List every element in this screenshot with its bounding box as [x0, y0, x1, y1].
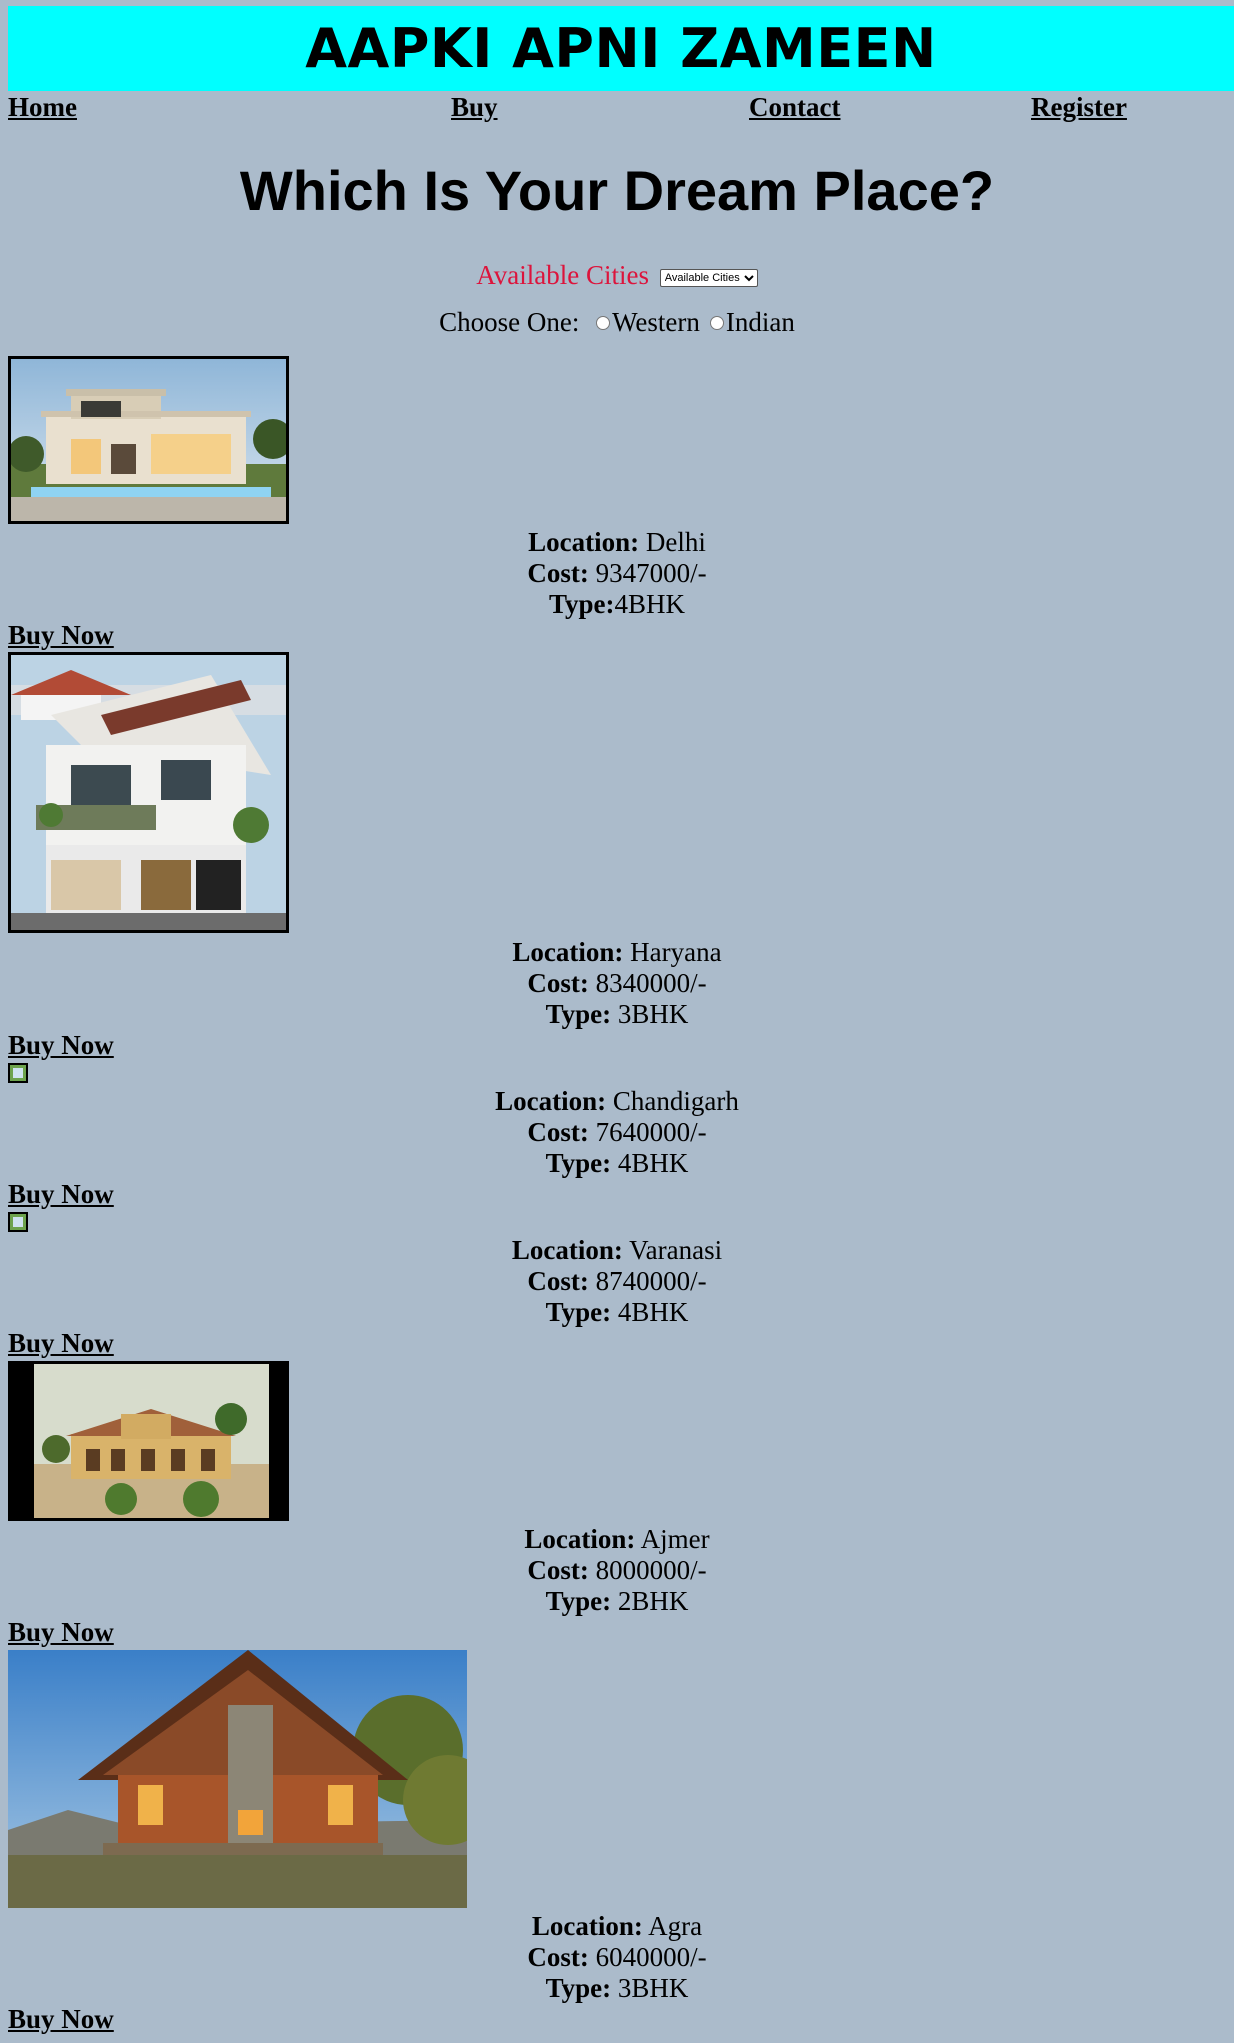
cost-label: Cost: [527, 1266, 589, 1296]
house-image [8, 1361, 289, 1521]
listing-info: Location: Delhi Cost: 9347000/- Type:4BH… [0, 527, 1234, 620]
listing-info: Location: Agra Cost: 6040000/- Type: 3BH… [0, 1911, 1234, 2004]
choose-label: Choose One: [439, 307, 580, 337]
listing-info: Location: Varanasi Cost: 8740000/- Type:… [0, 1235, 1234, 1328]
cities-filter: Available Cities Available Cities [0, 260, 1234, 291]
cabin-picture [8, 1650, 467, 1908]
listing-info: Location: Haryana Cost: 8340000/- Type: … [0, 937, 1234, 1030]
type-label: Type: [548, 589, 615, 619]
location-label: Location: [511, 1235, 623, 1265]
listing-type: 3BHK [617, 1973, 689, 2003]
type-label: Type: [545, 999, 612, 1029]
site-title: AAPKI APNI ZAMEEN [305, 17, 937, 80]
modern-house-picture [11, 359, 286, 521]
listing-cost: 8000000/- [595, 1555, 707, 1585]
type-label: Type: [545, 1148, 612, 1178]
buy-now-link[interactable]: Buy Now [8, 1617, 114, 1648]
listing-location: Varanasi [629, 1235, 723, 1265]
buy-now-link[interactable]: Buy Now [8, 1030, 114, 1061]
type-label: Type: [545, 1586, 612, 1616]
location-label: Location: [495, 1086, 607, 1116]
listing-type: 3BHK [617, 999, 689, 1029]
buy-now-link[interactable]: Buy Now [8, 620, 114, 651]
radio-indian-label: Indian [725, 307, 795, 337]
villa-picture [11, 655, 286, 930]
cities-select[interactable]: Available Cities [659, 268, 758, 287]
nav-home-link[interactable]: Home [8, 92, 77, 123]
broken-image-icon [8, 1212, 28, 1232]
listing-cost: 8340000/- [595, 968, 707, 998]
cost-label: Cost: [527, 1942, 589, 1972]
listing-cost: 6040000/- [595, 1942, 707, 1972]
listing-location: Agra [648, 1911, 703, 1941]
location-label: Location: [512, 937, 624, 967]
buy-now-link[interactable]: Buy Now [8, 2004, 114, 2035]
nav-register-link[interactable]: Register [1031, 92, 1127, 123]
location-label: Location: [528, 527, 640, 557]
listing-location: Chandigarh [612, 1086, 739, 1116]
cost-label: Cost: [527, 1555, 589, 1585]
buy-now-link[interactable]: Buy Now [8, 1328, 114, 1359]
nav-buy-link[interactable]: Buy [451, 92, 498, 123]
broken-image-icon [8, 1063, 28, 1083]
cost-label: Cost: [527, 1117, 589, 1147]
listing-type: 4BHK [617, 1297, 689, 1327]
cities-label: Available Cities [476, 260, 649, 290]
house-image [8, 652, 289, 933]
house-image [8, 1650, 467, 1908]
listing-info: Location: Ajmer Cost: 8000000/- Type: 2B… [0, 1524, 1234, 1617]
location-label: Location: [524, 1524, 636, 1554]
listing-location: Delhi [645, 527, 706, 557]
house-image [8, 356, 289, 524]
listing-location: Ajmer [640, 1524, 710, 1554]
listing-location: Haryana [630, 937, 722, 967]
cost-label: Cost: [527, 558, 589, 588]
buy-now-link[interactable]: Buy Now [8, 1179, 114, 1210]
radio-western-label: Western [612, 307, 700, 337]
type-label: Type: [545, 1973, 612, 2003]
listing-info: Location: Chandigarh Cost: 7640000/- Typ… [0, 1086, 1234, 1179]
listing-type: 4BHK [614, 589, 685, 619]
nav-contact-link[interactable]: Contact [749, 92, 840, 123]
cost-label: Cost: [527, 968, 589, 998]
listing-cost: 9347000/- [595, 558, 707, 588]
mansion-picture [11, 1364, 286, 1518]
site-banner: AAPKI APNI ZAMEEN [8, 6, 1234, 91]
type-label: Type: [545, 1297, 612, 1327]
listing-type: 4BHK [617, 1148, 689, 1178]
page-heading: Which Is Your Dream Place? [239, 159, 995, 222]
radio-western[interactable] [596, 315, 611, 330]
radio-indian[interactable] [709, 315, 724, 330]
listing-cost: 8740000/- [595, 1266, 707, 1296]
style-choice: Choose One: Western Indian [0, 307, 1234, 338]
location-label: Location: [531, 1911, 643, 1941]
listing-cost: 7640000/- [595, 1117, 707, 1147]
listing-type: 2BHK [617, 1586, 689, 1616]
